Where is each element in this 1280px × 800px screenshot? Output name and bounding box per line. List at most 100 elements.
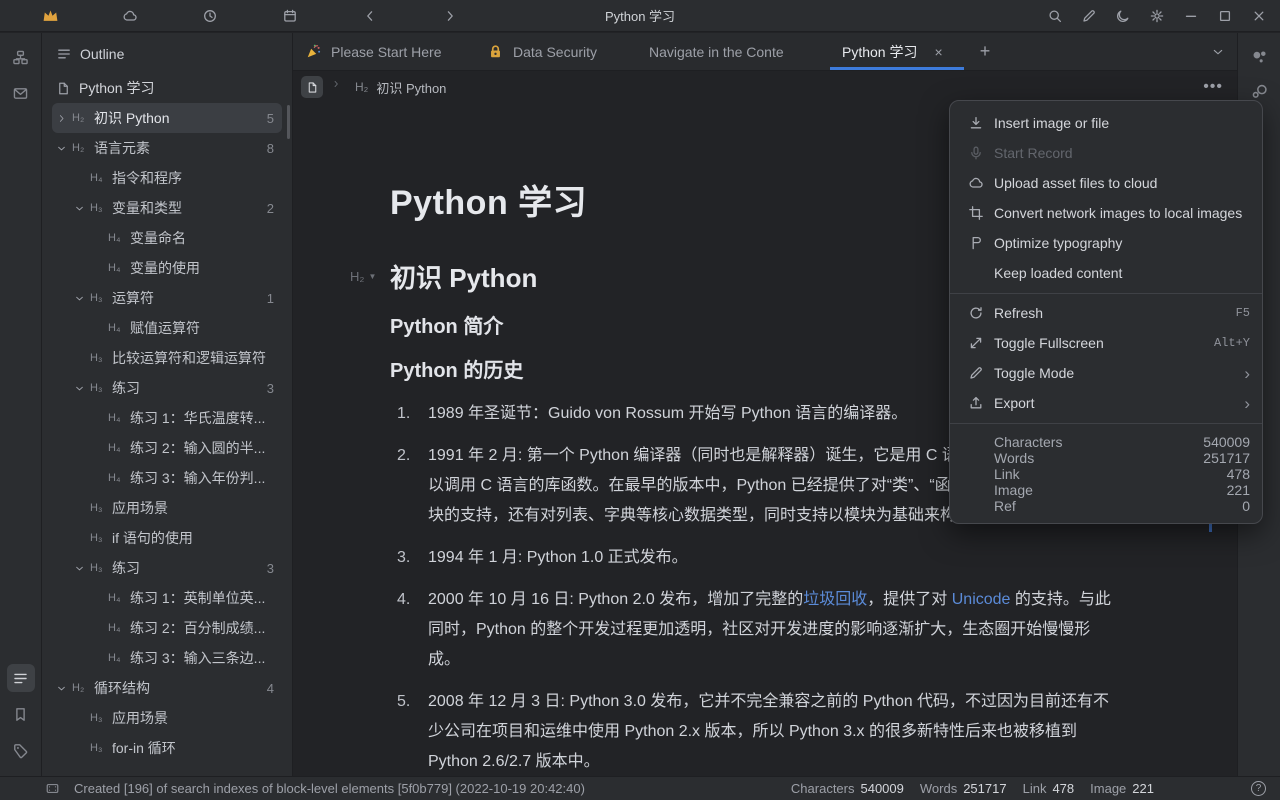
cloud-sync-button[interactable] [118,4,142,28]
inbox-button[interactable] [7,79,35,107]
outline-item[interactable]: H₃练习3 [52,553,282,583]
outline-item[interactable]: H₃应用场景 [52,493,282,523]
outline-item[interactable]: H₄练习 2：输入圆的半... [52,433,282,463]
crown-logo-icon[interactable] [38,4,62,28]
minimize-button[interactable] [1174,2,1208,30]
heading-level-tag: H₃ [90,292,112,304]
theme-toggle-button[interactable] [1106,2,1140,30]
text-link[interactable]: 垃圾回收 [803,591,867,608]
chevron-down-icon[interactable] [56,140,72,156]
statusbar: Created [196] of search indexes of block… [0,776,1280,800]
chevron-right-icon[interactable] [56,110,72,126]
text-link[interactable]: Unicode [952,591,1011,608]
heading-level-tag: H₃ [90,202,112,214]
menu-item[interactable]: RefreshF5 [950,298,1262,328]
new-tab-button[interactable]: + [968,33,1002,70]
calendar-button[interactable] [278,4,302,28]
outline-item[interactable]: H₃if 语句的使用 [52,523,282,553]
menu-item-label: Convert network images to local images [994,205,1242,221]
statusbar-stat: Words251717 [920,781,1007,796]
outline-item[interactable]: H₃练习3 [52,373,282,403]
breadcrumb-heading-title[interactable]: 初识 Python [376,78,446,97]
outline-item[interactable]: H₃运算符1 [52,283,282,313]
calendar-icon [282,8,298,24]
stat-value: 251717 [963,781,1006,796]
menu-item[interactable]: Keep loaded content [950,258,1262,288]
chevron-down-icon[interactable] [74,290,90,306]
outline-panel-button[interactable] [7,664,35,692]
menu-item[interactable]: Upload asset files to cloud [950,168,1262,198]
menu-item-label: Keep loaded content [994,265,1122,281]
tab-overview-button[interactable] [1211,33,1225,70]
chevron-down-icon[interactable] [74,200,90,216]
maximize-button[interactable] [1208,2,1242,30]
outline-item-label: for-in 循环 [112,738,176,758]
nav-forward-button[interactable] [438,4,462,28]
menu-stats: Characters540009Words251717Link478Image2… [950,428,1262,514]
bubbles-button[interactable] [1245,43,1273,71]
outline-item[interactable]: H₄练习 1：英制单位英... [52,583,282,613]
edit-button[interactable] [1072,2,1106,30]
menu-item-label: Refresh [994,305,1043,321]
tab-3[interactable]: Navigate in the Conte [637,33,830,70]
collapse-triangle-icon[interactable]: ▼ [368,272,376,281]
more-options-button[interactable]: ••• [1203,78,1223,96]
menu-item-label: Toggle Fullscreen [994,335,1104,351]
outline-item[interactable]: H₄练习 1：华氏温度转... [52,403,282,433]
search-button[interactable] [1038,2,1072,30]
outline-item[interactable]: H₂语言元素8 [52,133,282,163]
chevron-down-icon[interactable] [74,560,90,576]
outline-item[interactable]: H₃应用场景 [52,703,282,733]
outline-item[interactable]: H₂循环结构4 [52,673,282,703]
tab-1[interactable]: Please Start Here [293,33,475,70]
outline-item-label: 赋值运算符 [130,318,200,338]
tab-4[interactable]: Python 学习× [830,33,964,70]
sidebar-scrollbar[interactable] [287,105,290,139]
document-title: Python 学习 [79,78,154,98]
outline-item-label: 练习 [112,558,140,578]
settings-button[interactable] [1140,2,1174,30]
statusbar-stats: Characters540009Words251717Link478Image2… [791,781,1154,796]
close-button[interactable] [1242,2,1276,30]
outline-item[interactable]: H₄练习 3：输入三条边... [52,643,282,673]
outline-item[interactable]: H₄赋值运算符 [52,313,282,343]
outline-item[interactable]: H₄变量命名 [52,223,282,253]
tab-label: Data Security [513,44,597,60]
help-icon[interactable]: ? [1251,781,1266,796]
menu-item: Start Record [950,138,1262,168]
outline-item[interactable]: H₃变量和类型2 [52,193,282,223]
outline-item[interactable]: H₃for-in 循环 [52,733,282,763]
menu-item[interactable]: Insert image or file [950,108,1262,138]
structure-view-button[interactable] [7,43,35,71]
tab-close-icon[interactable]: × [934,45,942,59]
gear-icon [1149,8,1165,24]
tab-2[interactable]: Data Security [475,33,637,70]
menu-item[interactable]: Export› [950,388,1262,418]
stat-label: Characters [791,781,855,796]
menu-item[interactable]: Optimize typography [950,228,1262,258]
outline-item[interactable]: H₄变量的使用 [52,253,282,283]
stat-label: Link [1023,781,1047,796]
outline-item[interactable]: H₄练习 2：百分制成绩... [52,613,282,643]
screen-icon [45,781,60,796]
chevron-down-icon[interactable] [74,380,90,396]
chevron-right-icon [331,79,347,95]
tab-label: Navigate in the Conte [649,44,784,60]
tags-button[interactable] [7,736,35,764]
heading-level-tag: H₄ [108,262,130,274]
menu-item[interactable]: Toggle FullscreenAlt+Y [950,328,1262,358]
menu-item[interactable]: Toggle Mode› [950,358,1262,388]
outline-item[interactable]: H₄练习 3：输入年份判... [52,463,282,493]
document-row[interactable]: Python 学习 [42,73,292,103]
heading-gutter[interactable]: H₂ ▼ [350,269,376,284]
bookmarks-button[interactable] [7,700,35,728]
history-button[interactable] [198,4,222,28]
nav-back-button[interactable] [358,4,382,28]
chevron-down-icon[interactable] [56,680,72,696]
menu-item[interactable]: Convert network images to local images [950,198,1262,228]
breadcrumb-file-button[interactable] [301,76,323,98]
outline-item[interactable]: H₃比较运算符和逻辑运算符 [52,343,282,373]
outline-item[interactable]: H₂初识 Python5 [52,103,282,133]
outline-item[interactable]: H₄指令和程序 [52,163,282,193]
heading-level-tag: H₃ [90,742,112,754]
